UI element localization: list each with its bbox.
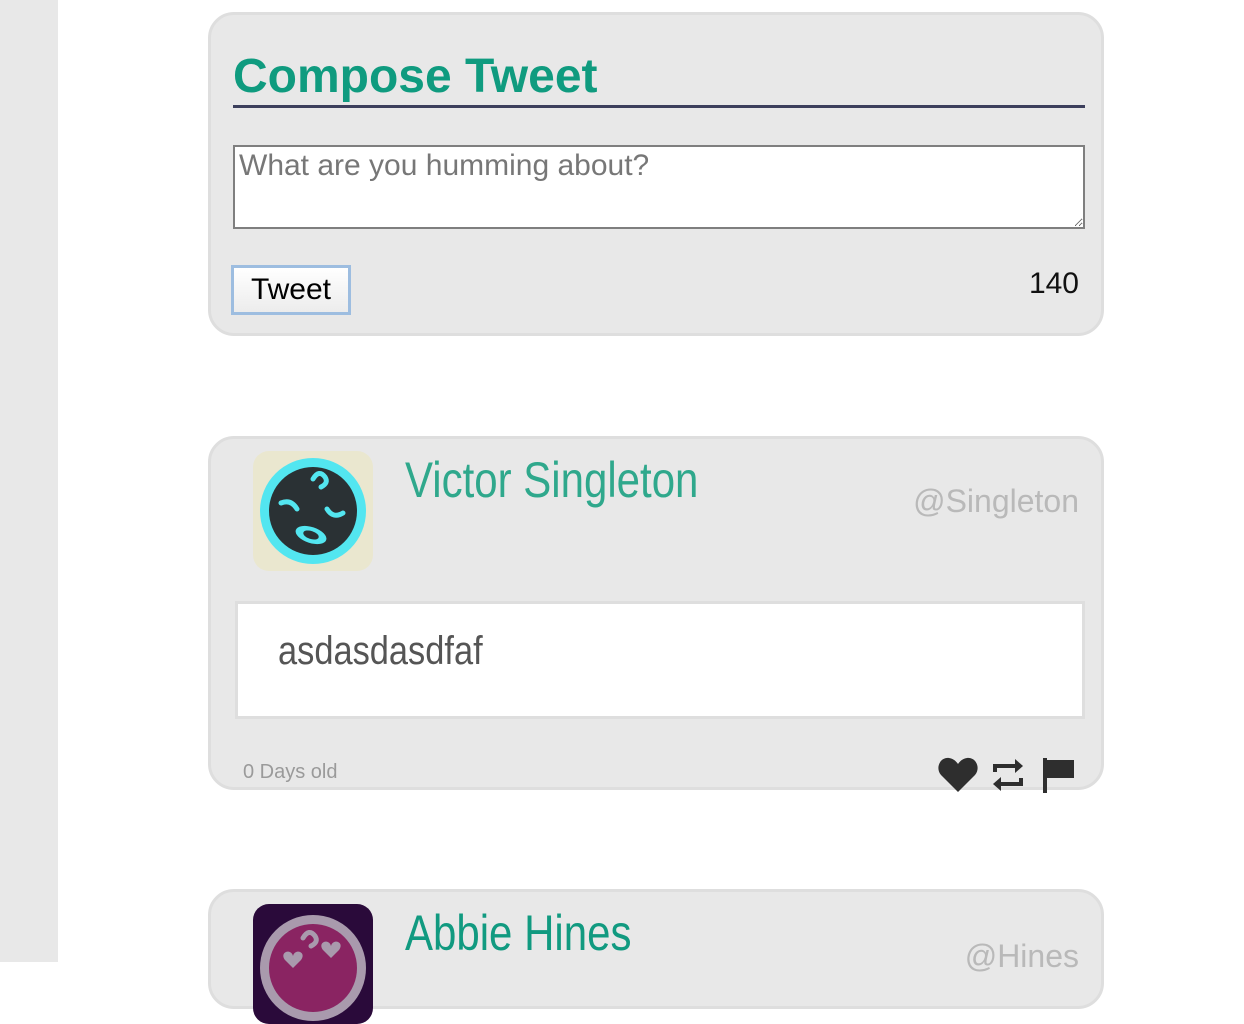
tweet-input[interactable] [233,145,1085,229]
author-name[interactable]: Victor Singleton [405,449,698,511]
astronaut-face-icon [253,451,373,571]
tweet-body: asdasdasdfaf [235,601,1085,719]
left-sidebar-strip [0,0,58,962]
heart-icon[interactable] [937,755,979,795]
tweet-card: Victor Singleton @Singleton asdasdasdfaf… [208,436,1104,793]
astronaut-hearts-icon [253,904,373,1024]
compose-tweet-panel: Compose Tweet Tweet 140 [208,12,1104,336]
character-counter: 140 [1028,267,1079,300]
retweet-icon[interactable] [987,755,1029,795]
tweet-button[interactable]: Tweet [231,265,351,315]
tweet-age: 0 Days old [243,761,338,783]
author-handle[interactable]: @Hines [965,936,1079,976]
author-name[interactable]: Abbie Hines [405,902,631,964]
avatar[interactable] [253,451,373,571]
tweet-actions [937,755,1079,795]
compose-title: Compose Tweet [233,49,1085,108]
author-handle[interactable]: @Singleton [913,481,1079,521]
avatar[interactable] [253,904,373,1024]
tweet-card: Abbie Hines @Hines [208,889,1104,1024]
tweet-text: asdasdasdfaf [278,629,483,673]
flag-icon[interactable] [1037,755,1079,795]
